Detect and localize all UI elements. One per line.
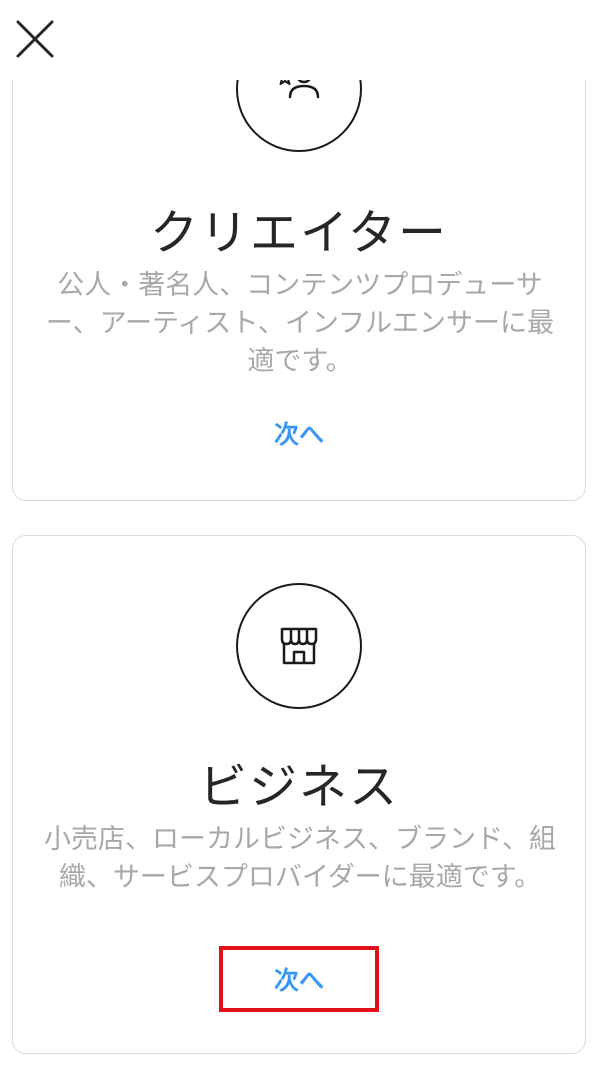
close-button[interactable] <box>14 18 56 60</box>
account-type-list[interactable]: クリエイター 公人・著名人、コンテンツプロデューサー、アーティスト、インフルエン… <box>0 80 598 1066</box>
top-bar <box>0 0 598 80</box>
creator-star-person-icon <box>279 80 320 99</box>
business-icon-circle <box>236 583 362 709</box>
business-description: 小売店、ローカルビジネス、ブランド、組織、サービスプロバイダーに最適です。 <box>44 824 556 893</box>
creator-icon-circle <box>236 80 362 152</box>
creator-description: 公人・著名人、コンテンツプロデューサー、アーティスト、インフルエンサーに最適です… <box>45 270 555 377</box>
business-next-button[interactable]: 次へ <box>219 946 379 1012</box>
creator-next-button[interactable]: 次へ <box>219 402 379 464</box>
business-title: ビジネス <box>198 759 399 815</box>
business-card: ビジネス 小売店、ローカルビジネス、ブランド、組織、サービスプロバイダーに最適で… <box>12 535 586 1054</box>
creator-title: クリエイター <box>149 205 449 261</box>
storefront-icon <box>280 627 318 665</box>
close-icon <box>16 20 54 58</box>
creator-card: クリエイター 公人・著名人、コンテンツプロデューサー、アーティスト、インフルエン… <box>12 80 586 501</box>
